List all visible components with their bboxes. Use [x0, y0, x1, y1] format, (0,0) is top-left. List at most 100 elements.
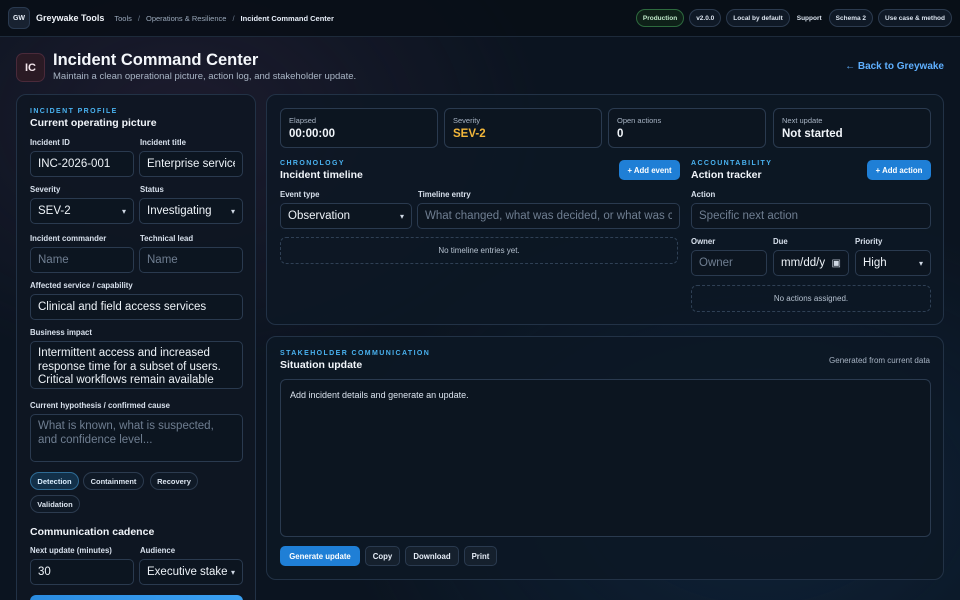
action-label: Action [691, 190, 716, 199]
phase-detection-chip[interactable]: Detection [30, 472, 79, 490]
incident-title-input[interactable] [139, 151, 243, 177]
support-link[interactable]: Support [795, 9, 824, 27]
stat-value: 0 [617, 128, 624, 140]
breadcrumb-separator: / [232, 13, 235, 23]
generate-update-button[interactable]: Generate update [280, 546, 360, 566]
actions-title: Action tracker [691, 169, 762, 181]
audience-value: Executive stake [147, 566, 228, 578]
timeline-eyebrow: CHRONOLOGY [280, 160, 345, 167]
phase-validation-chip[interactable]: Validation [30, 495, 80, 513]
stat-value: 00:00:00 [289, 128, 336, 140]
priority-select[interactable]: High ▾ [855, 250, 931, 276]
action-input[interactable] [691, 203, 931, 229]
environment-badge: Production [635, 9, 685, 27]
hypothesis-textarea[interactable]: What is known, what is suspected, and co… [30, 414, 243, 462]
stat-label: Next update [782, 116, 823, 125]
actions-eyebrow: ACCOUNTABILITY [691, 160, 773, 167]
stat-elapsed: Elapsed 00:00:00 [280, 108, 438, 148]
brand-name[interactable]: Greywake Tools [36, 13, 104, 23]
primary-action-button[interactable] [30, 595, 243, 600]
due-placeholder: mm/dd/y [781, 257, 826, 269]
due-label: Due [773, 237, 788, 246]
service-label: Affected service / capability [30, 281, 133, 290]
top-bar: GW Greywake Tools Tools / Operations & R… [0, 0, 960, 37]
audience-label: Audience [140, 546, 176, 555]
stat-severity: Severity SEV-2 [444, 108, 602, 148]
breadcrumb-tools[interactable]: Tools [114, 14, 132, 23]
comms-eyebrow: STAKEHOLDER COMMUNICATION [280, 350, 431, 357]
stakeholder-panel: STAKEHOLDER COMMUNICATION Situation upda… [266, 336, 944, 580]
hypothesis-label: Current hypothesis / confirmed cause [30, 401, 170, 410]
due-date-input[interactable]: mm/dd/y ▣ [773, 250, 849, 276]
severity-select[interactable]: SEV-2 ▾ [30, 198, 134, 224]
chevron-down-icon: ▾ [230, 567, 235, 577]
status-pills: Production v2.0.0 Local by default Suppo… [635, 9, 952, 27]
phase-containment-chip[interactable]: Containment [83, 472, 144, 490]
download-button[interactable]: Download [405, 546, 459, 566]
breadcrumb: Tools / Operations & Resilience / Incide… [114, 14, 334, 23]
event-type-select[interactable]: Observation ▾ [280, 203, 412, 229]
stat-value: Not started [782, 128, 843, 140]
commander-input[interactable] [30, 247, 134, 273]
page-title: Incident Command Center [53, 51, 259, 69]
event-type-value: Observation [288, 210, 351, 222]
audience-select[interactable]: Executive stake ▾ [139, 559, 243, 585]
page-subtitle: Maintain a clean operational picture, ac… [53, 71, 357, 82]
service-input[interactable] [30, 294, 243, 320]
stat-label: Open actions [617, 116, 662, 125]
stat-value: SEV-2 [453, 128, 486, 140]
back-link[interactable]: ← Back to Greywake [845, 61, 944, 72]
add-action-button[interactable]: + Add action [867, 160, 931, 180]
stat-next-update: Next update Not started [773, 108, 931, 148]
techlead-input[interactable] [139, 247, 243, 273]
incident-id-label: Incident ID [30, 138, 70, 147]
next-update-label: Next update (minutes) [30, 546, 112, 555]
chevron-down-icon: ▾ [230, 206, 235, 216]
chevron-down-icon: ▾ [399, 211, 404, 221]
breadcrumb-current: Incident Command Center [240, 13, 334, 23]
commander-label: Incident commander [30, 234, 107, 243]
impact-textarea[interactable]: Intermittent access and increased respon… [30, 341, 243, 389]
phase-recovery-chip[interactable]: Recovery [150, 472, 198, 490]
incident-profile-panel: INCIDENT PROFILE Current operating pictu… [16, 94, 256, 600]
next-update-input[interactable] [30, 559, 134, 585]
calendar-icon[interactable]: ▣ [832, 258, 841, 269]
schema-badge: Schema 2 [828, 9, 874, 27]
comms-title: Situation update [280, 359, 363, 371]
add-event-button[interactable]: + Add event [619, 160, 680, 180]
copy-button[interactable]: Copy [365, 546, 400, 566]
logo-icon[interactable]: GW [8, 7, 30, 29]
timeline-entry-input[interactable] [417, 203, 680, 229]
situation-update-textarea[interactable]: Add incident details and generate an upd… [280, 379, 931, 537]
priority-value: High [863, 257, 887, 269]
generated-note: Generated from current data [829, 356, 930, 365]
status-select[interactable]: Investigating ▾ [139, 198, 243, 224]
stat-label: Severity [453, 116, 481, 125]
incident-id-input[interactable] [30, 151, 134, 177]
status-label: Status [140, 185, 164, 194]
breadcrumb-category[interactable]: Operations & Resilience [146, 14, 226, 23]
severity-value: SEV-2 [38, 205, 71, 217]
actions-empty-state: No actions assigned. [691, 285, 931, 312]
timeline-title: Incident timeline [280, 169, 363, 181]
version-badge: v2.0.0 [689, 9, 722, 27]
status-value: Investigating [147, 205, 212, 217]
section-title: Current operating picture [30, 117, 157, 129]
timeline-entry-label: Timeline entry [418, 190, 471, 199]
breadcrumb-separator: / [137, 13, 140, 23]
stat-open-actions: Open actions 0 [608, 108, 766, 148]
operations-panel: Elapsed 00:00:00 Severity SEV-2 Open act… [266, 94, 944, 325]
severity-label: Severity [30, 185, 61, 194]
section-eyebrow: INCIDENT PROFILE [30, 108, 118, 115]
incident-title-label: Incident title [140, 138, 186, 147]
owner-input[interactable] [691, 250, 767, 276]
print-button[interactable]: Print [464, 546, 497, 566]
stat-label: Elapsed [289, 116, 317, 125]
local-badge: Local by default [726, 9, 790, 27]
timeline-empty-state: No timeline entries yet. [280, 237, 678, 264]
use-case-button[interactable]: Use case & method [878, 9, 952, 27]
chevron-down-icon: ▾ [918, 258, 923, 268]
app-icon: IC [16, 53, 45, 82]
chevron-down-icon: ▾ [121, 206, 126, 216]
event-type-label: Event type [280, 190, 320, 199]
